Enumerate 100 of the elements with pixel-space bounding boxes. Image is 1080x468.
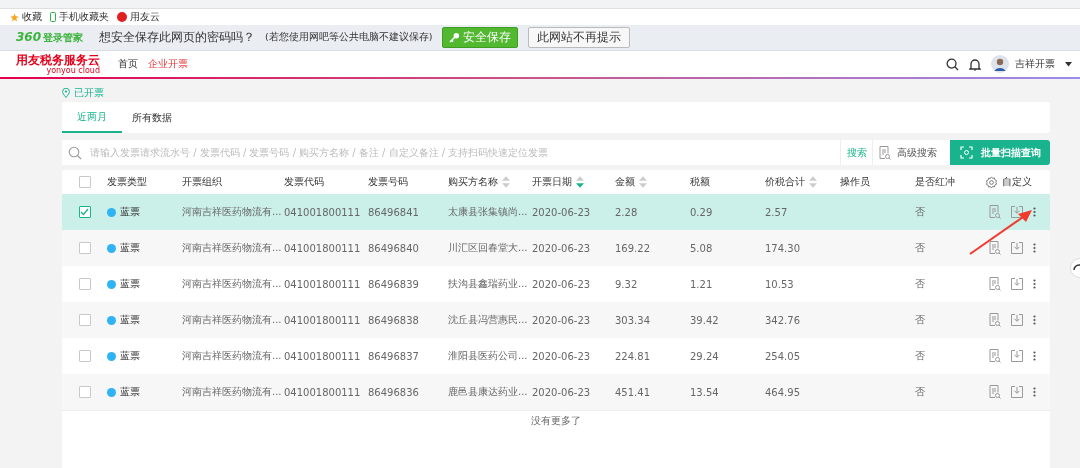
table-row[interactable]: 蓝票 河南吉祥医药物流有... 041001800111 86496840 川汇区回春堂大... 2020-06-23 169.22 5.08 174.30 否	[62, 230, 1050, 266]
table-row[interactable]: 蓝票 河南吉祥医药物流有... 041001800111 86496838 沈丘县冯营惠民... 2020-06-23 303.34 39.42 342.76 否	[62, 302, 1050, 338]
no-more-text: 没有更多了	[531, 414, 581, 428]
row-checkbox[interactable]	[78, 314, 91, 326]
settings-icon[interactable]	[985, 175, 998, 189]
table-cell: 451.41	[615, 386, 650, 398]
table-cell: 303.34	[615, 314, 650, 326]
bell-icon[interactable]	[969, 57, 981, 71]
table-cell: 464.95	[765, 386, 800, 398]
view-document-icon[interactable]	[989, 385, 1001, 399]
row-checkbox[interactable]	[78, 350, 91, 362]
download-icon[interactable]	[1011, 206, 1023, 218]
table-cell: 扶沟县鑫瑞药业...	[448, 277, 528, 291]
customize-label[interactable]: 自定义	[1002, 175, 1032, 189]
status-dot	[107, 315, 116, 325]
brand-logo-number: 360	[16, 30, 42, 44]
sort-icon[interactable]	[576, 175, 584, 189]
table-cell: 9.32	[615, 278, 638, 290]
column-header: 操作员	[840, 175, 870, 189]
view-document-icon[interactable]	[989, 205, 1001, 219]
bookmark-link[interactable]: 手机收藏夹	[50, 10, 109, 24]
column-header: 税额	[690, 175, 710, 189]
table-cell: 13.54	[690, 386, 719, 398]
table-row[interactable]: 蓝票 河南吉祥医药物流有... 041001800111 86496841 太康县张集镇尚... 2020-06-23 2.28 0.29 2.57 否	[62, 194, 1050, 230]
table-cell: 0.29	[690, 206, 713, 218]
table-cell: 否	[915, 313, 925, 327]
table-cell: 2.57	[765, 206, 788, 218]
table-cell: 86496836	[368, 386, 419, 398]
search-icon[interactable]	[946, 57, 959, 71]
column-header: 发票类型	[107, 175, 147, 189]
nav-link[interactable]: 首页	[118, 57, 138, 71]
table-cell: 否	[915, 205, 925, 219]
table-cell: 蓝票	[120, 349, 140, 363]
column-header: 发票代码	[284, 175, 324, 189]
bookmark-link[interactable]: 收藏	[10, 10, 42, 24]
download-icon[interactable]	[1011, 242, 1023, 254]
avatar-icon[interactable]	[991, 55, 1009, 73]
table-cell: 86496837	[368, 350, 419, 362]
row-checkbox[interactable]	[78, 278, 91, 290]
table-cell: 河南吉祥医药物流有...	[182, 205, 282, 219]
table-cell: 86496839	[368, 278, 419, 290]
row-checkbox[interactable]	[78, 206, 91, 218]
table-cell: 2020-06-23	[532, 314, 591, 326]
status-dot	[107, 351, 116, 361]
download-icon[interactable]	[1011, 278, 1023, 290]
row-checkbox[interactable]	[78, 242, 91, 254]
download-icon[interactable]	[1011, 314, 1023, 326]
sort-icon[interactable]	[809, 175, 817, 189]
more-icon[interactable]	[1033, 207, 1036, 217]
more-icon[interactable]	[1033, 243, 1036, 253]
select-all-checkbox[interactable]	[78, 176, 91, 188]
table-cell: 河南吉祥医药物流有...	[182, 313, 282, 327]
column-header: 金额	[615, 175, 635, 189]
table-cell: 2.28	[615, 206, 638, 218]
download-icon[interactable]	[1011, 386, 1023, 398]
table-cell: 10.53	[765, 278, 794, 290]
table-cell: 224.81	[615, 350, 650, 362]
table-cell: 86496838	[368, 314, 419, 326]
table-cell: 041001800111	[284, 386, 361, 398]
status-dot	[107, 387, 116, 397]
sort-icon[interactable]	[502, 175, 510, 189]
download-icon[interactable]	[1011, 350, 1023, 362]
more-icon[interactable]	[1033, 279, 1036, 289]
table-cell: 川汇区回春堂大...	[448, 241, 528, 255]
table-cell: 1.21	[690, 278, 713, 290]
nav-link[interactable]: 企业开票	[148, 57, 188, 71]
caret-icon[interactable]	[1065, 61, 1072, 67]
location-pin-icon	[62, 88, 70, 98]
search-icon	[68, 145, 82, 160]
row-checkbox[interactable]	[78, 386, 91, 398]
table-cell: 太康县张集镇尚...	[448, 205, 528, 219]
more-icon[interactable]	[1033, 351, 1036, 361]
site-icon	[117, 12, 127, 22]
table-cell: 041001800111	[284, 242, 361, 254]
table-cell: 沈丘县冯营惠民...	[448, 313, 528, 327]
status-dot	[107, 207, 116, 217]
table-cell: 蓝票	[120, 205, 140, 219]
table-cell: 河南吉祥医药物流有...	[182, 277, 282, 291]
key-icon	[449, 32, 461, 43]
logo-text: 用友税务服务云	[16, 53, 100, 67]
table-cell: 342.76	[765, 314, 800, 326]
more-icon[interactable]	[1033, 387, 1036, 397]
view-document-icon[interactable]	[989, 313, 1001, 327]
table-row[interactable]: 蓝票 河南吉祥医药物流有... 041001800111 86496836 鹿邑县康达药业... 2020-06-23 451.41 13.54 464.95 否	[62, 374, 1050, 410]
table-cell: 蓝票	[120, 241, 140, 255]
table-cell: 041001800111	[284, 314, 361, 326]
table-cell: 否	[915, 241, 925, 255]
status-dot	[107, 279, 116, 289]
view-document-icon[interactable]	[989, 277, 1001, 291]
bookmark-link[interactable]: 用友云	[117, 10, 160, 24]
view-document-icon[interactable]	[989, 349, 1001, 363]
floating-help-icon[interactable]	[1070, 258, 1080, 278]
user-name[interactable]: 吉祥开票	[1015, 57, 1055, 71]
tab[interactable]: 所有数据	[122, 102, 182, 133]
never-ask-button[interactable]: 此网站不再提示	[528, 27, 631, 48]
view-document-icon[interactable]	[989, 241, 1001, 255]
more-icon[interactable]	[1033, 315, 1036, 325]
document-search-icon	[879, 145, 891, 160]
table-cell: 河南吉祥医药物流有...	[182, 349, 282, 363]
sort-icon[interactable]	[639, 175, 647, 189]
